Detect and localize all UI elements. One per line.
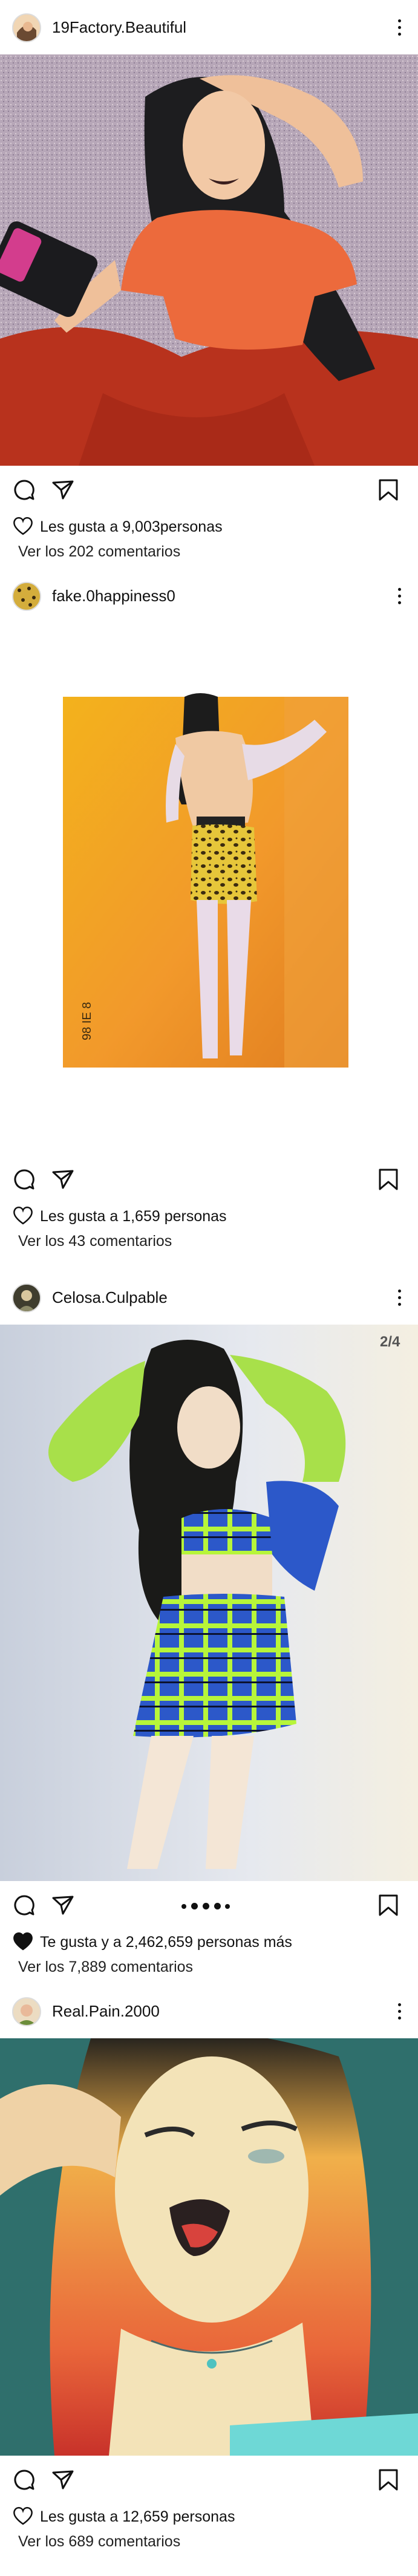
share-icon[interactable] <box>51 2468 75 2492</box>
post-image[interactable]: 98 IE 8 <box>0 623 418 1155</box>
comment-icon[interactable] <box>12 1893 36 1917</box>
heart-icon[interactable] <box>12 1205 34 1230</box>
post-header: fake.0happiness0 <box>0 569 418 623</box>
likes-count[interactable]: Les gusta a 12,659 personas <box>12 2505 235 2530</box>
photo-date-stamp: 98 IE 8 <box>80 1002 94 1040</box>
bookmark-icon[interactable] <box>376 478 400 502</box>
more-options-icon[interactable] <box>390 2000 408 2024</box>
heart-icon[interactable] <box>12 1931 34 1955</box>
avatar[interactable] <box>12 582 41 611</box>
post-header: Celosa.Culpable <box>0 1270 418 1325</box>
more-options-icon[interactable] <box>390 1286 408 1310</box>
post-header: Real.Pain.2000 <box>0 1984 418 2038</box>
username[interactable]: 19Factory.Beautiful <box>52 18 186 37</box>
view-comments-link[interactable]: Ver los 202 comentarios <box>18 543 180 561</box>
heart-icon[interactable] <box>12 2505 34 2530</box>
action-bar <box>0 472 418 508</box>
username[interactable]: Celosa.Culpable <box>52 1288 168 1307</box>
view-comments-link[interactable]: Ver los 7,889 comentarios <box>18 1958 193 1976</box>
view-comments-link[interactable]: Ver los 43 comentarios <box>18 1233 172 1250</box>
username[interactable]: Real.Pain.2000 <box>52 2002 160 2021</box>
post-image[interactable]: 2/4 <box>0 1325 418 1881</box>
image-counter: 2/4 <box>380 1334 400 1350</box>
share-icon[interactable] <box>51 1167 75 1192</box>
heart-icon[interactable] <box>12 515 34 540</box>
likes-text: Les gusta a 12,659 personas <box>40 2508 235 2526</box>
post-image[interactable] <box>0 54 418 466</box>
username[interactable]: fake.0happiness0 <box>52 587 175 605</box>
share-icon[interactable] <box>51 1893 75 1917</box>
post-1: 19Factory.Beautiful Les gusta a 9,003per… <box>0 0 418 569</box>
post-4: Real.Pain.2000 Les gusta a 12,659 person… <box>0 1984 418 2576</box>
comment-icon[interactable] <box>12 1167 36 1192</box>
more-options-icon[interactable] <box>390 16 408 40</box>
comment-icon[interactable] <box>12 478 36 502</box>
bookmark-icon[interactable] <box>376 2468 400 2492</box>
post-3: Celosa.Culpable 2/4 Te gusta y a 2,462,6… <box>0 1270 418 1984</box>
likes-text: Les gusta a 9,003personas <box>40 518 223 536</box>
likes-count[interactable]: Les gusta a 9,003personas <box>12 515 223 540</box>
comment-icon[interactable] <box>12 2468 36 2492</box>
avatar[interactable] <box>12 13 41 42</box>
share-icon[interactable] <box>51 478 75 502</box>
view-comments-link[interactable]: Ver los 689 comentarios <box>18 2533 180 2551</box>
likes-text: Les gusta a 1,659 personas <box>40 1208 227 1225</box>
bookmark-icon[interactable] <box>376 1893 400 1917</box>
carousel-dots <box>181 1902 230 1911</box>
bookmark-icon[interactable] <box>376 1167 400 1192</box>
post-image[interactable] <box>0 2038 418 2456</box>
action-bar <box>0 1887 418 1923</box>
avatar[interactable] <box>12 1997 41 2026</box>
likes-count[interactable]: Les gusta a 1,659 personas <box>12 1205 227 1230</box>
avatar[interactable] <box>12 1283 41 1312</box>
action-bar <box>0 1161 418 1198</box>
likes-text: Te gusta y a 2,462,659 personas más <box>40 1934 292 1951</box>
post-2: fake.0happiness0 98 IE 8 Les gusta a 1,6… <box>0 569 418 1270</box>
likes-count[interactable]: Te gusta y a 2,462,659 personas más <box>12 1931 292 1955</box>
post-header: 19Factory.Beautiful <box>0 0 418 54</box>
more-options-icon[interactable] <box>390 584 408 608</box>
action-bar <box>0 2462 418 2498</box>
